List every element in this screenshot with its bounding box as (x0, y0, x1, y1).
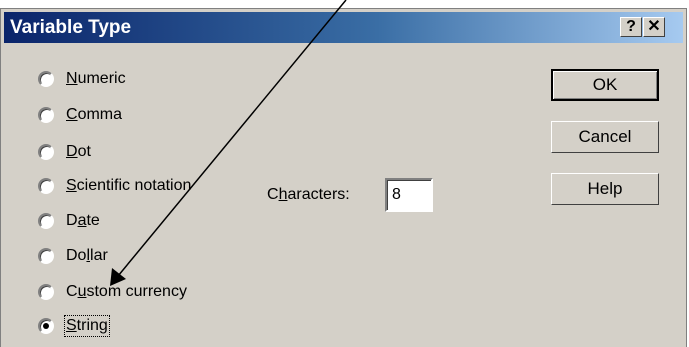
annotation-arrow (110, 0, 347, 286)
arrow-line (117, 0, 347, 277)
arrow-head (110, 268, 126, 286)
